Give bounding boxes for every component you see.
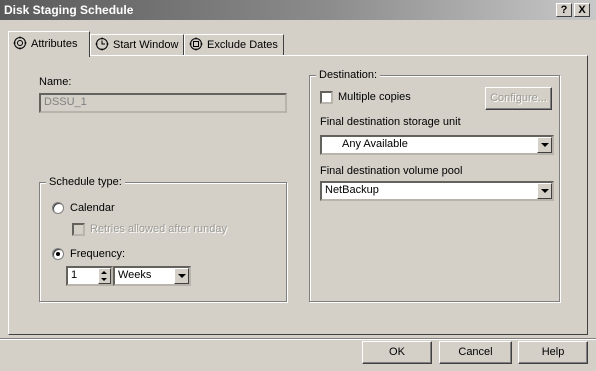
- clock-icon: [95, 37, 109, 51]
- tab-exclude-dates-label: Exclude Dates: [207, 39, 278, 51]
- volume-pool-value: NetBackup: [325, 184, 379, 196]
- spin-up-icon: [101, 271, 107, 274]
- calendar-radio[interactable]: [52, 202, 64, 214]
- tab-attributes[interactable]: Attributes: [8, 31, 90, 57]
- gear-clock-icon: [13, 36, 27, 50]
- frequency-radio[interactable]: [52, 248, 64, 260]
- schedule-type-group: Schedule type: Calendar Retries allowed …: [39, 176, 287, 302]
- chevron-down-icon[interactable]: [537, 137, 552, 153]
- spin-down-icon: [101, 278, 107, 281]
- calendar-label: Calendar: [70, 202, 115, 214]
- storage-unit-select[interactable]: Any Available: [320, 135, 554, 155]
- help-title-button[interactable]: ?: [556, 3, 572, 17]
- title-bar: Disk Staging Schedule ? X: [0, 0, 596, 20]
- destination-title: Destination:: [316, 69, 381, 82]
- retries-label: Retries allowed after runday: [90, 223, 227, 235]
- close-button[interactable]: X: [574, 3, 590, 17]
- chevron-down-icon[interactable]: [174, 268, 189, 284]
- frequency-spinner[interactable]: [98, 268, 111, 284]
- chevron-down-icon[interactable]: [537, 183, 552, 199]
- radio-selected-dot: [56, 252, 60, 256]
- window-title: Disk Staging Schedule: [4, 3, 134, 17]
- tab-start-window-label: Start Window: [113, 39, 179, 51]
- schedule-type-title: Schedule type:: [46, 176, 125, 189]
- calendar-icon: [189, 37, 203, 51]
- tab-exclude-dates[interactable]: Exclude Dates: [184, 34, 284, 56]
- attributes-panel: Name: DSSU_1 Schedule type: Calendar Ret…: [8, 55, 588, 335]
- volume-pool-select[interactable]: NetBackup: [320, 181, 554, 201]
- cancel-button[interactable]: Cancel: [439, 341, 512, 364]
- volume-pool-label: Final destination volume pool: [320, 165, 463, 177]
- configure-button[interactable]: Configure...: [485, 87, 552, 110]
- retries-checkbox[interactable]: [72, 223, 85, 236]
- ok-button[interactable]: OK: [362, 341, 432, 364]
- frequency-label: Frequency:: [70, 248, 126, 260]
- help-button[interactable]: Help: [518, 341, 588, 364]
- disk-staging-schedule-dialog: Disk Staging Schedule ? X Attributes Sta…: [0, 0, 596, 371]
- footer-separator: [0, 338, 596, 340]
- multiple-copies-checkbox[interactable]: [320, 91, 333, 104]
- storage-unit-value: Any Available: [342, 138, 408, 150]
- frequency-unit-select[interactable]: Weeks: [113, 266, 191, 286]
- destination-group: Destination: Multiple copies Configure..…: [309, 69, 560, 302]
- tab-start-window[interactable]: Start Window: [90, 34, 184, 56]
- name-field[interactable]: DSSU_1: [39, 93, 287, 113]
- storage-unit-label: Final destination storage unit: [320, 116, 461, 128]
- tab-attributes-label: Attributes: [31, 38, 78, 50]
- frequency-unit-value: Weeks: [118, 269, 152, 281]
- multiple-copies-label: Multiple copies: [338, 91, 411, 103]
- name-label: Name:: [39, 76, 72, 88]
